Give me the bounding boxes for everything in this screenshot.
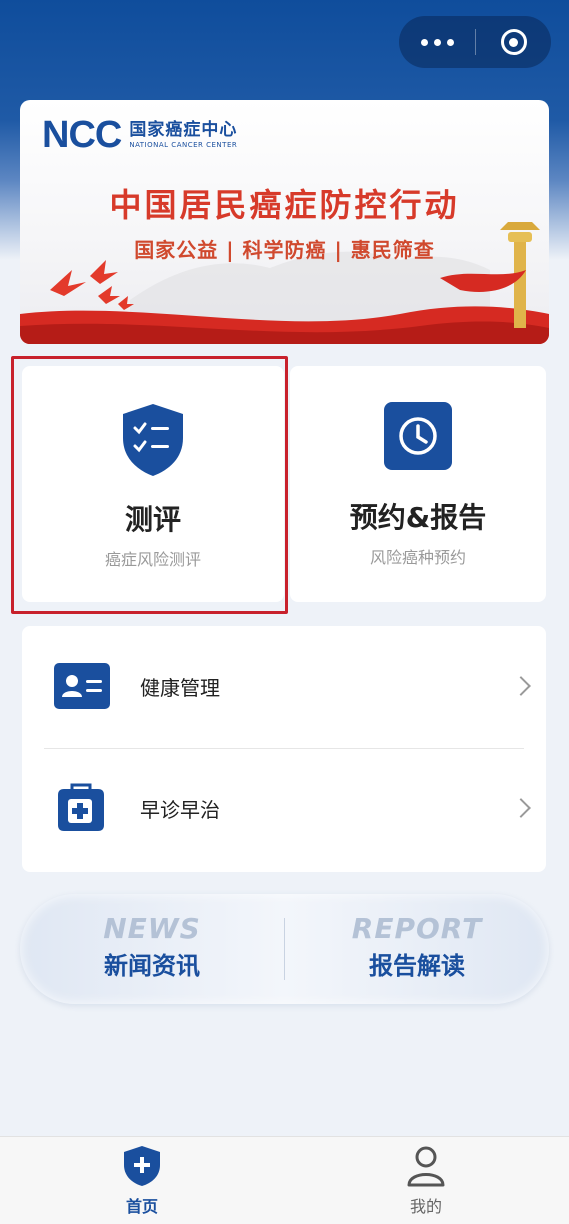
logo-name-cn: 国家癌症中心 [129,120,238,140]
id-card-icon [54,663,110,709]
news-en-label: NEWS [103,912,201,945]
menu-item-health-management[interactable]: 健康管理 [22,626,546,746]
tab-mine-label: 我的 [409,1197,442,1216]
campaign-banner[interactable]: NCC 国家癌症中心 NATIONAL CANCER CENTER 中国居民癌症… [20,100,549,344]
tab-home[interactable]: 首页 [0,1137,284,1224]
booking-title: 预约&报告 [349,501,487,534]
chevron-right-icon [511,676,531,696]
banner-title: 中国居民癌症防控行动 [109,186,460,224]
miniprogram-capsule [399,16,551,68]
booking-report-card[interactable]: 预约&报告 风险癌种预约 [290,366,546,602]
target-circle-icon[interactable] [476,16,551,68]
menu-label: 早诊早治 [140,797,220,822]
news-button[interactable]: NEWS 新闻资讯 [20,894,284,1004]
logo-mark: NCC [42,114,122,156]
report-cn-label: 报告解读 [367,946,479,981]
banner-subtitle: 国家公益 | 科学防癌 | 惠民筛查 [134,238,435,262]
menu-label: 健康管理 [140,675,220,700]
bottom-tab-bar: 首页 我的 [0,1136,569,1224]
more-dots-icon[interactable] [399,16,475,68]
menu-list: 健康管理 早诊早治 [22,626,546,872]
chevron-right-icon [511,798,531,818]
tab-home-label: 首页 [125,1197,158,1216]
ncc-logo: NCC 国家癌症中心 NATIONAL CANCER CENTER [42,114,237,157]
home-shield-icon [124,1146,160,1186]
report-en-label: REPORT [351,912,483,945]
tab-mine[interactable]: 我的 [284,1137,568,1224]
user-icon [407,1146,445,1187]
news-report-pill: NEWS 新闻资讯 REPORT 报告解读 [20,894,549,1004]
highlight-frame [11,356,288,614]
menu-item-early-diagnosis[interactable]: 早诊早治 [22,748,546,868]
clock-icon [384,402,452,470]
report-button[interactable]: REPORT 报告解读 [285,894,549,1004]
logo-name-en: NATIONAL CANCER CENTER [129,141,238,149]
news-cn-label: 新闻资讯 [102,946,214,981]
booking-subtitle: 风险癌种预约 [369,548,466,567]
medical-kit-icon [58,783,104,831]
